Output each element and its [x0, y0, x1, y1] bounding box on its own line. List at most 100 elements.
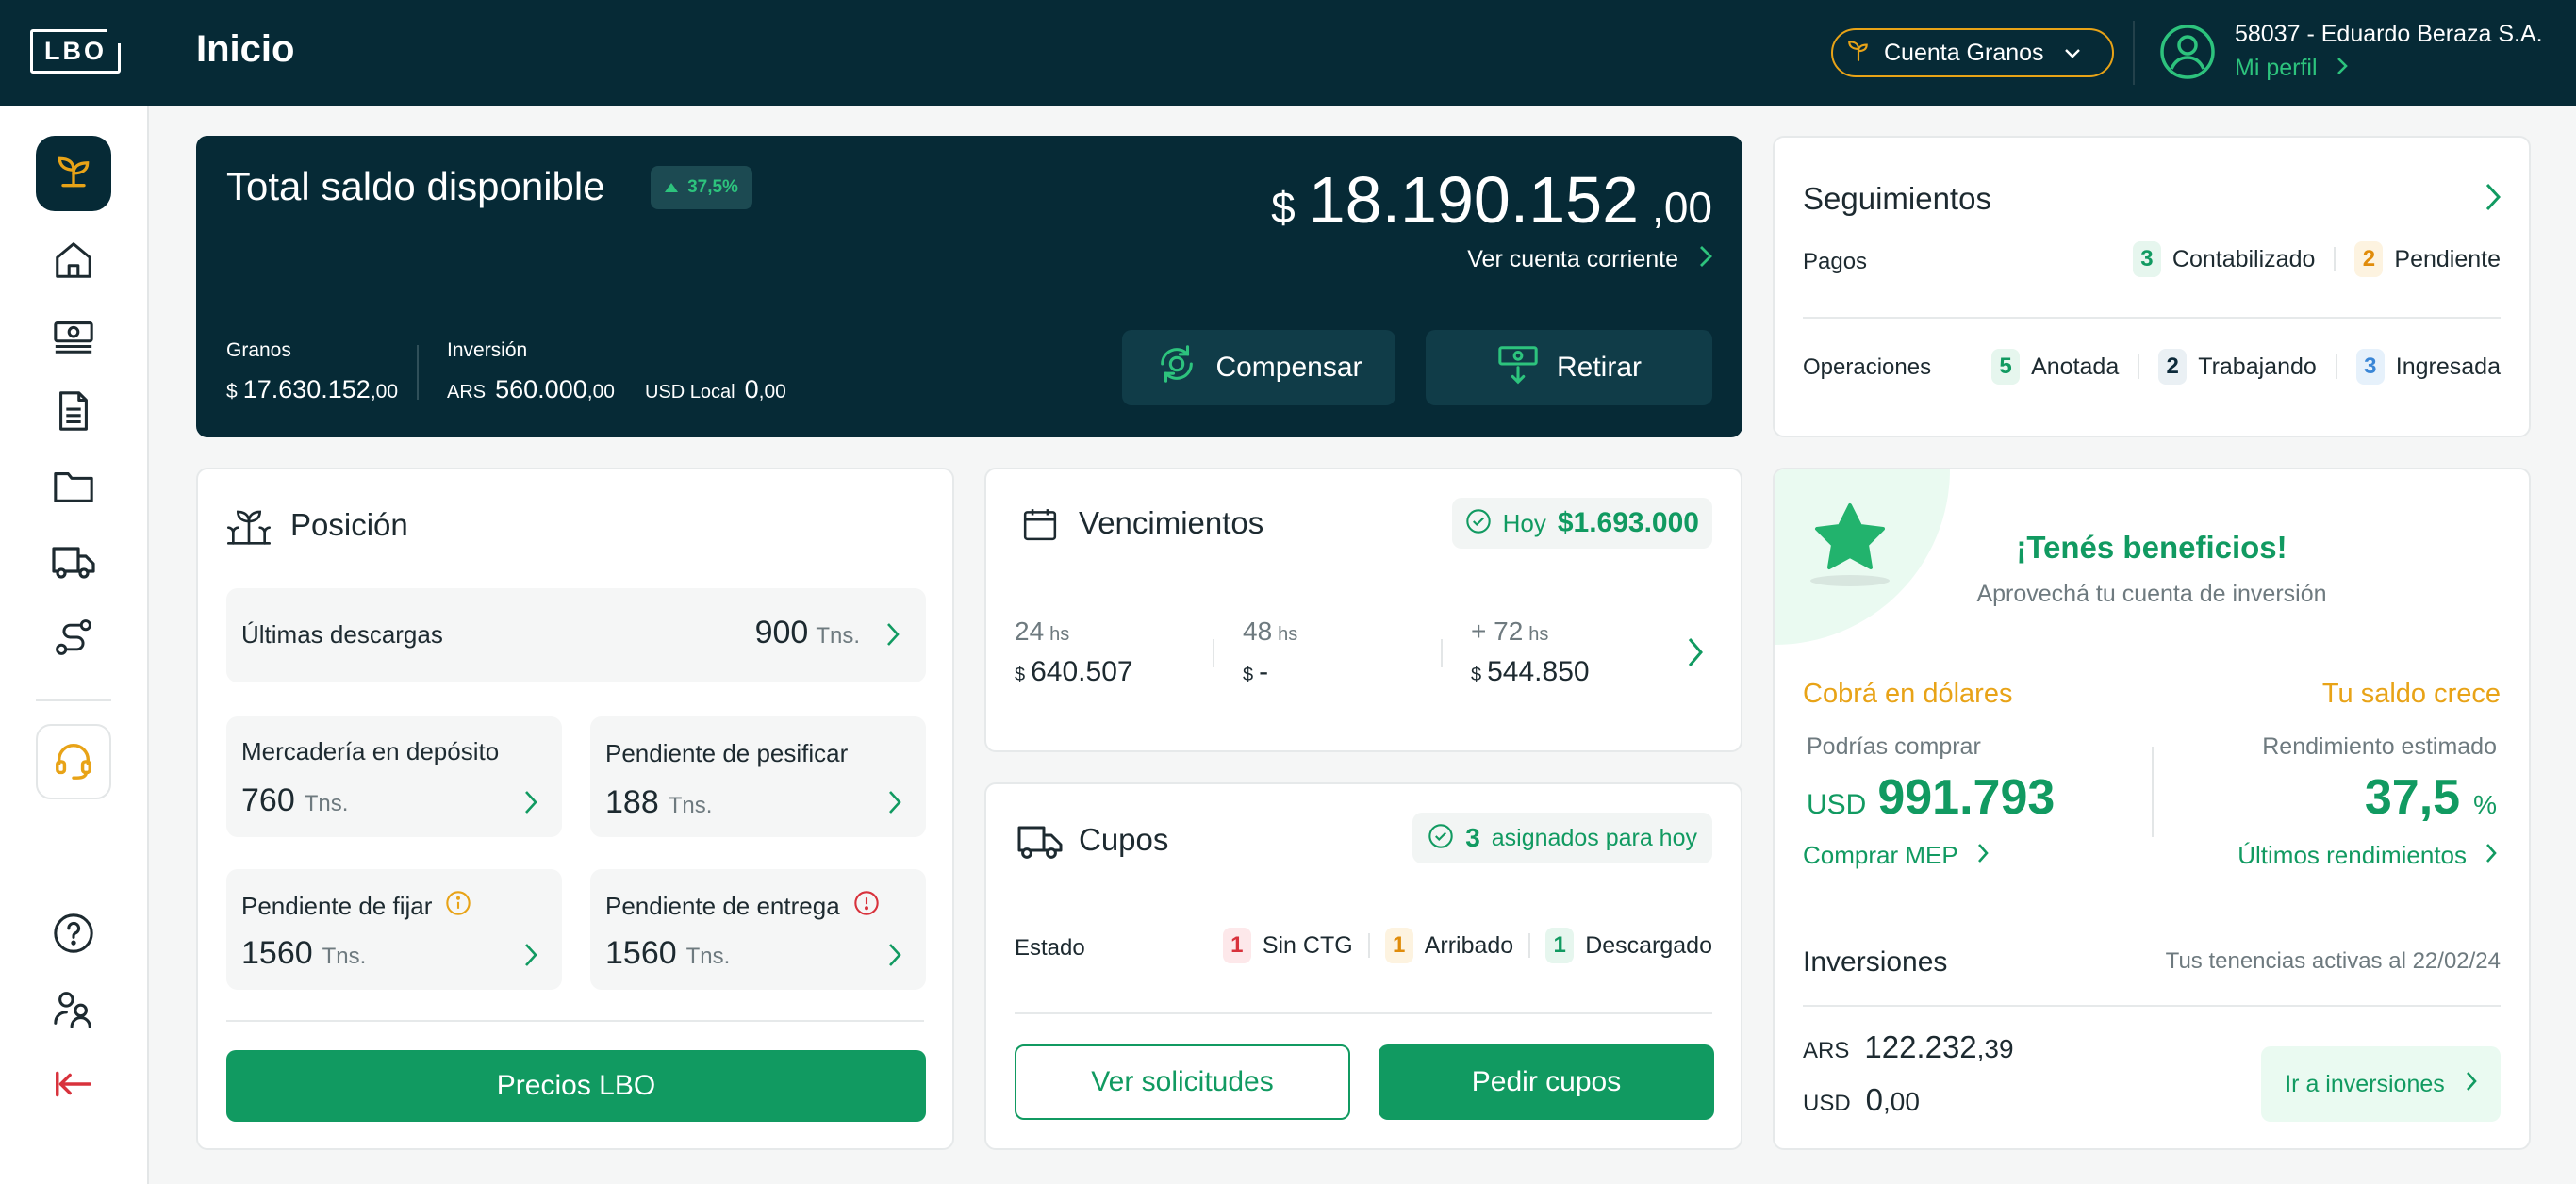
comprar-mep-link[interactable]: Comprar MEP — [1803, 841, 1989, 870]
user-avatar-icon[interactable] — [2159, 24, 2216, 80]
venc-hours: 48 — [1243, 617, 1273, 646]
seguimientos-title: Seguimientos — [1803, 181, 1991, 216]
unit-label: Tns. — [685, 944, 731, 969]
tile-value: 1560 — [605, 935, 677, 971]
podrias-label: Podrías comprar — [1807, 733, 1981, 760]
beneficios-title: ¡Tenés beneficios! — [2016, 530, 2287, 565]
exchange-icon — [1155, 342, 1198, 393]
document-icon — [52, 389, 95, 437]
info-icon[interactable] — [853, 890, 880, 923]
sidebar-item-dinero[interactable] — [36, 300, 111, 375]
beneficios-subtitle: Aprovechá tu cuenta de inversión — [1976, 581, 2327, 607]
logout-icon — [52, 1062, 95, 1110]
unit-label: Tns. — [304, 791, 349, 816]
seguimientos-chevron-icon[interactable] — [2485, 183, 2502, 216]
chevron-right-icon — [524, 943, 537, 972]
sidebar-item-home[interactable] — [36, 224, 111, 300]
posicion-divider — [226, 1020, 924, 1022]
rendimiento-value: 37,5 — [2364, 770, 2461, 825]
route-icon — [53, 617, 94, 663]
sidebar-item-granos[interactable] — [36, 136, 111, 211]
compensar-button[interactable]: Compensar — [1122, 330, 1395, 405]
operaciones-status: 5 Anotada 2 Trabajando 3 Ingresada — [1991, 349, 2501, 385]
sidebar-item-carpetas[interactable] — [36, 451, 111, 526]
top-bar: LBO Inicio Cuenta Granos 58037 - Eduardo… — [0, 0, 2576, 106]
chevron-right-icon — [1699, 245, 1712, 274]
profile-link[interactable]: Mi perfil — [2235, 55, 2348, 82]
ars-value: 560.000 — [495, 375, 587, 403]
rendimiento-unit: % — [2473, 790, 2497, 819]
usd-label: USD — [1803, 1091, 1851, 1116]
chevron-right-icon — [888, 790, 901, 819]
sidebar-item-rutas[interactable] — [36, 601, 111, 677]
vencimientos-chevron-icon[interactable] — [1688, 637, 1703, 672]
asignados-count: 3 — [1465, 823, 1480, 852]
balance-title: Total saldo disponible — [226, 164, 605, 208]
pedir-cupos-button[interactable]: Pedir cupos — [1379, 1044, 1714, 1120]
venc-hours: 24 — [1015, 617, 1045, 646]
contabilizado-label: Contabilizado — [2171, 245, 2316, 272]
venc-unit: hs — [1278, 624, 1298, 645]
arribado-label: Arribado — [1424, 931, 1514, 959]
tile-entrega[interactable]: Pendiente de entrega 1560 Tns. — [590, 869, 926, 990]
ver-cuenta-link[interactable]: Ver cuenta corriente — [1467, 245, 1712, 274]
tenencias-label: Tus tenencias activas al 22/02/24 — [2165, 948, 2501, 974]
sidebar-item-logistica[interactable] — [36, 526, 111, 601]
sidebar-item-salir[interactable] — [36, 1048, 111, 1124]
lbo-logo[interactable]: LBO — [30, 28, 122, 74]
hoy-amount: $1.693.000 — [1557, 507, 1699, 538]
account-select[interactable]: Cuenta Granos — [1831, 28, 2114, 77]
venc-unit: hs — [1528, 624, 1549, 645]
tile-mercaderia[interactable]: Mercadería en depósito 760 Tns. — [226, 716, 562, 837]
status-divider — [1367, 933, 1370, 958]
info-icon[interactable] — [445, 890, 471, 923]
sin-ctg-count: 1 — [1222, 928, 1251, 963]
ver-cuenta-label: Ver cuenta corriente — [1467, 246, 1678, 272]
tile-pesificar[interactable]: Pendiente de pesificar 188 Tns. — [590, 716, 926, 837]
header-divider — [2133, 21, 2135, 85]
sidebar-item-usuarios[interactable] — [36, 973, 111, 1048]
compensar-label: Compensar — [1215, 352, 1362, 383]
cobra-title: Cobrá en dólares — [1803, 679, 2013, 709]
cupos-divider — [1015, 1012, 1712, 1014]
ars-label: ARS — [447, 382, 487, 403]
descargas-value: 900 — [754, 615, 809, 650]
usd-decimals: ,00 — [758, 381, 786, 403]
inversiones-usd: USD 0 ,00 — [1803, 1082, 1920, 1118]
ultimos-rendimientos-link[interactable]: Últimos rendimientos — [2237, 841, 2497, 870]
ir-inversiones-button[interactable]: Ir a inversiones — [2261, 1046, 2501, 1122]
precios-lbo-button[interactable]: Precios LBO — [226, 1050, 926, 1122]
venc-symbol: $ — [1471, 665, 1482, 685]
status-divider — [2334, 247, 2337, 271]
venc-col-72: + 72 hs $544.850 — [1471, 617, 1590, 688]
granos-symbol: $ — [226, 381, 238, 403]
sidebar-item-soporte[interactable] — [36, 724, 111, 799]
beneficios-divider — [2152, 747, 2154, 837]
usd-value: 0 — [744, 375, 759, 403]
tile-fijar[interactable]: Pendiente de fijar 1560 Tns. — [226, 869, 562, 990]
tile-label: Mercadería en depósito — [241, 737, 500, 765]
usd-value: 991.793 — [1877, 770, 2056, 825]
retirar-button[interactable]: Retirar — [1426, 330, 1712, 405]
page-title: Inicio — [196, 28, 295, 70]
beneficios-card: ¡Tenés beneficios! Aprovechá tu cuenta d… — [1773, 468, 2531, 1150]
ingresada-count: 3 — [2355, 349, 2385, 385]
folder-icon — [52, 465, 95, 513]
inversiones-ars: ARS 122.232 ,39 — [1803, 1029, 2014, 1065]
tile-label: Pendiente de fijar — [241, 892, 433, 920]
sidebar-item-ayuda[interactable] — [36, 897, 111, 973]
money-icon — [52, 314, 95, 362]
status-divider — [2335, 354, 2337, 379]
unit-label: Tns. — [322, 944, 367, 969]
inversion-usd: USD Local 0 ,00 — [645, 375, 786, 404]
pagos-status: 3 Contabilizado 2 Pendiente — [2132, 241, 2501, 277]
descargas-amount: 900 Tns. — [755, 615, 860, 651]
sidebar-item-documentos[interactable] — [36, 375, 111, 451]
trabajando-label: Trabajando — [2198, 353, 2317, 380]
chevron-right-icon — [2337, 55, 2348, 82]
ver-solicitudes-button[interactable]: Ver solicitudes — [1015, 1044, 1350, 1120]
truck-icon — [51, 539, 96, 589]
vencimientos-card: Vencimientos Hoy $1.693.000 24 hs $640.50… — [984, 468, 1742, 752]
ultimas-descargas-row[interactable]: Últimas descargas 900 Tns. — [226, 588, 926, 682]
saldo-title: Tu saldo crece — [2321, 679, 2501, 709]
